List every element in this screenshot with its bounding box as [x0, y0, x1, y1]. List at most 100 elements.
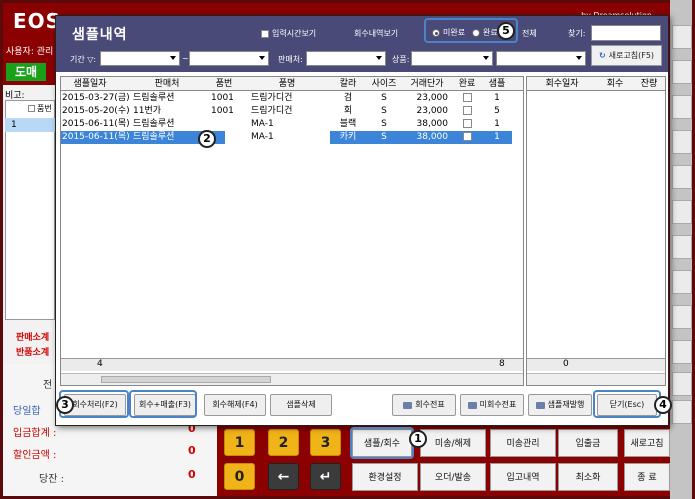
chevron-down-icon [483, 56, 489, 60]
order-ship-button[interactable]: 오더/발송 [420, 463, 486, 491]
row-count: 4 [97, 359, 103, 369]
right-panel-cell [672, 60, 692, 84]
callout-badge: 2 [198, 130, 216, 148]
balance-label: 당잔 : [39, 474, 64, 485]
printer-icon [403, 401, 413, 409]
printer-icon [535, 401, 545, 409]
backspace-button[interactable]: ← [268, 463, 299, 490]
checkbox-icon [462, 106, 472, 115]
col-complete[interactable]: 완료 [452, 77, 482, 91]
table-row[interactable]: 2015-06-11(목) 드림솔루션 MA-1 블랙 S 38,000 1 [61, 118, 523, 131]
col-collect-qty[interactable]: 회수 [597, 77, 633, 91]
receipt-history-button[interactable]: 입고내역 [490, 463, 556, 491]
col-size[interactable]: 사이즈 [366, 77, 402, 91]
cell-date: 2015-06-11(목) [61, 131, 133, 144]
keypad-3-button[interactable]: 3 [310, 429, 341, 456]
cell-size: S [381, 106, 387, 116]
find-input[interactable] [591, 25, 661, 41]
chevron-down-icon [376, 56, 382, 60]
dialog-toolbar: 샘플내역 입력시간보기 회수내역보기 미완료 완료 전체 찾기: 기간 ▽: ~… [56, 16, 668, 72]
radio-all-label[interactable]: 전체 [522, 28, 537, 39]
cell-date: 2015-05-20(수) [62, 106, 130, 116]
collect-history-label: 회수내역보기 [354, 29, 399, 38]
refresh-f5-button[interactable]: ↻ 새로고침(F5) [591, 45, 662, 66]
right-panel-cell [672, 372, 692, 396]
collect-cancel-button[interactable]: 회수해제(F4) [204, 394, 266, 416]
cell-name: 드림가디건 [251, 93, 293, 103]
keypad-1-button[interactable]: 1 [224, 429, 255, 456]
left-grid: 품번 [5, 100, 55, 320]
complete-checkbox[interactable] [452, 131, 482, 144]
col-collect-date[interactable]: 회수일자 [527, 77, 597, 91]
input-time-checkbox[interactable]: 입력시간보기 [261, 28, 316, 39]
qty-sum: 8 [499, 359, 505, 369]
cell-name: 드림가디건 [251, 106, 293, 116]
collect-grid: 회수일자 회수 잔량 0 [526, 76, 666, 386]
checkbox-icon [462, 93, 472, 102]
chevron-down-icon [170, 56, 176, 60]
checkbox[interactable] [28, 105, 35, 112]
col-price[interactable]: 거래단가 [402, 77, 452, 91]
table-row[interactable]: 2015-03-27(금) 드림솔루션 1001 드림가디건 검 S 23,00… [61, 92, 523, 105]
right-panel-cell [672, 25, 692, 49]
deposit-label: 입금합계 : [13, 428, 57, 439]
table-row-selected[interactable]: 2015-06-11(목) 드림솔루션 MA-1 카키 S 38,000 1 [61, 131, 523, 144]
callout-badge: 5 [497, 22, 515, 40]
col-seller[interactable]: 판매처 [131, 77, 203, 91]
cell-name: MA-1 [250, 131, 330, 144]
col-color[interactable]: 칼라 [330, 77, 366, 91]
unsent-manage-button[interactable]: 미송관리 [490, 429, 556, 457]
minimize-button[interactable]: 최소화 [558, 463, 618, 491]
complete-checkbox[interactable] [452, 118, 482, 131]
cell-price: 38,000 [402, 131, 452, 144]
col-sample-qty[interactable]: 샘플 [482, 77, 512, 91]
col-remaining[interactable]: 잔량 [633, 77, 665, 91]
user-label: 사용자: 관리 [6, 47, 54, 57]
delete-sample-button[interactable]: 샘플삭제 [270, 394, 332, 416]
wholesale-mode-button[interactable]: 도매 [6, 63, 46, 81]
highlight-close-button [593, 390, 661, 418]
period-end-select[interactable] [189, 51, 269, 66]
period-start-select[interactable] [100, 51, 180, 66]
col-sample-date[interactable]: 샘플일자 [61, 77, 119, 91]
deposit-withdraw-button[interactable]: 입출금 [558, 429, 618, 457]
col-name[interactable]: 품명 [246, 77, 328, 91]
right-panel-cell [672, 305, 692, 329]
refresh-button[interactable]: 새로고침 [624, 429, 670, 457]
collect-slip-button[interactable]: 회수전표 [392, 394, 456, 416]
table-row[interactable]: 2015-05-20(수) 11번가 1001 드림가디건 회 S 23,000… [61, 105, 523, 118]
callout-badge: 1 [409, 430, 427, 448]
product-detail-select[interactable] [496, 51, 586, 66]
right-panel-cell [672, 235, 692, 259]
left-selected-row[interactable]: 1 [5, 118, 55, 132]
grid-header: 샘플일자 판매처 품번 품명 칼라 사이즈 거래단가 완료 샘플 [61, 77, 523, 91]
checkbox-icon [462, 119, 472, 128]
collect-scrollbar[interactable] [527, 373, 665, 385]
complete-checkbox[interactable] [452, 105, 482, 118]
seller-select[interactable] [306, 51, 386, 66]
cell-code: 1001 [211, 93, 234, 103]
uncollected-slip-button[interactable]: 미회수전표 [460, 394, 524, 416]
scrollbar-thumb[interactable] [101, 376, 271, 383]
keypad-2-button[interactable]: 2 [268, 429, 299, 456]
product-select[interactable] [411, 51, 493, 66]
right-panel-cell [672, 400, 692, 424]
right-panel-cell [672, 340, 692, 364]
settings-button[interactable]: 환경설정 [352, 463, 418, 491]
col-code[interactable]: 품번 [204, 77, 244, 91]
highlight-sample-collect-button [350, 427, 414, 459]
app-logo: EOS [13, 9, 62, 33]
refresh-icon: ↻ [598, 51, 606, 60]
reissue-sample-button[interactable]: 샘플재발행 [528, 394, 592, 416]
checkbox-icon [261, 29, 269, 38]
cell-seller: 드림솔루션 [133, 119, 175, 129]
unsent-release-button[interactable]: 미송/해제 [420, 429, 486, 457]
exit-button[interactable]: 종 료 [624, 463, 670, 491]
keypad-0-button[interactable]: 0 [224, 463, 255, 490]
enter-button[interactable]: ↵ [310, 463, 341, 490]
horizontal-scrollbar[interactable] [61, 373, 523, 385]
collect-count: 0 [563, 359, 569, 369]
right-panel-cell [672, 130, 692, 154]
complete-checkbox[interactable] [452, 92, 482, 105]
sample-history-dialog: 샘플내역 입력시간보기 회수내역보기 미완료 완료 전체 찾기: 기간 ▽: ~… [55, 15, 669, 426]
